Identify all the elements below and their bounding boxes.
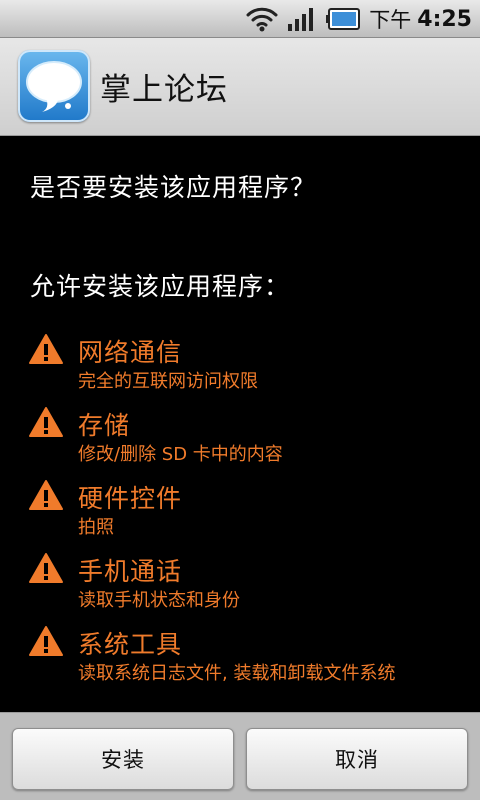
permission-item: 网络通信 完全的互联网访问权限 xyxy=(28,333,468,406)
permission-description: 修改/删除 SD 卡中的内容 xyxy=(78,444,283,465)
app-icon xyxy=(18,50,90,122)
permission-list: 网络通信 完全的互联网访问权限 存储 修改/删除 SD 卡中的内容 硬件控件 拍… xyxy=(28,333,468,698)
warning-icon xyxy=(29,553,63,583)
permission-description: 读取手机状态和身份 xyxy=(78,590,240,611)
cancel-button[interactable]: 取消 xyxy=(246,728,468,790)
permission-title: 网络通信 xyxy=(78,338,183,367)
install-screen: 下午 4:25 掌上论坛 是否要安装该应用程序？ 允许安装该应用程序： 网络通信… xyxy=(0,0,480,800)
permissions-heading: 允许安装该应用程序： xyxy=(30,272,291,301)
status-bar: 下午 4:25 xyxy=(0,0,480,38)
permission-title: 存储 xyxy=(78,411,131,440)
install-question: 是否要安装该应用程序？ xyxy=(30,173,317,202)
warning-icon xyxy=(29,407,63,437)
status-ampm: 下午 xyxy=(369,8,412,32)
permission-title: 手机通话 xyxy=(78,557,183,586)
permission-item: 硬件控件 拍照 xyxy=(28,479,468,552)
permission-description: 拍照 xyxy=(78,517,114,538)
title-bar: 掌上论坛 xyxy=(0,38,480,136)
permission-item: 系统工具 读取系统日志文件, 装载和卸载文件系统 xyxy=(28,625,468,698)
warning-icon xyxy=(29,626,63,656)
battery-icon xyxy=(326,8,361,30)
permission-title: 系统工具 xyxy=(78,630,183,659)
wifi-icon xyxy=(246,7,278,32)
warning-icon xyxy=(29,334,63,364)
permission-item: 手机通话 读取手机状态和身份 xyxy=(28,552,468,625)
install-button[interactable]: 安装 xyxy=(12,728,234,790)
status-clock: 4:25 xyxy=(417,6,472,32)
status-icons: 下午 4:25 xyxy=(245,0,472,38)
permission-description: 读取系统日志文件, 装载和卸载文件系统 xyxy=(78,663,396,684)
signal-strength-icon xyxy=(288,8,314,31)
app-title: 掌上论坛 xyxy=(100,72,228,108)
permission-description: 完全的互联网访问权限 xyxy=(78,371,258,392)
chat-bubble-icon xyxy=(26,61,82,112)
button-bar: 安装 取消 xyxy=(0,712,480,800)
permission-title: 硬件控件 xyxy=(78,484,183,513)
warning-icon xyxy=(29,480,63,510)
permission-item: 存储 修改/删除 SD 卡中的内容 xyxy=(28,406,468,479)
